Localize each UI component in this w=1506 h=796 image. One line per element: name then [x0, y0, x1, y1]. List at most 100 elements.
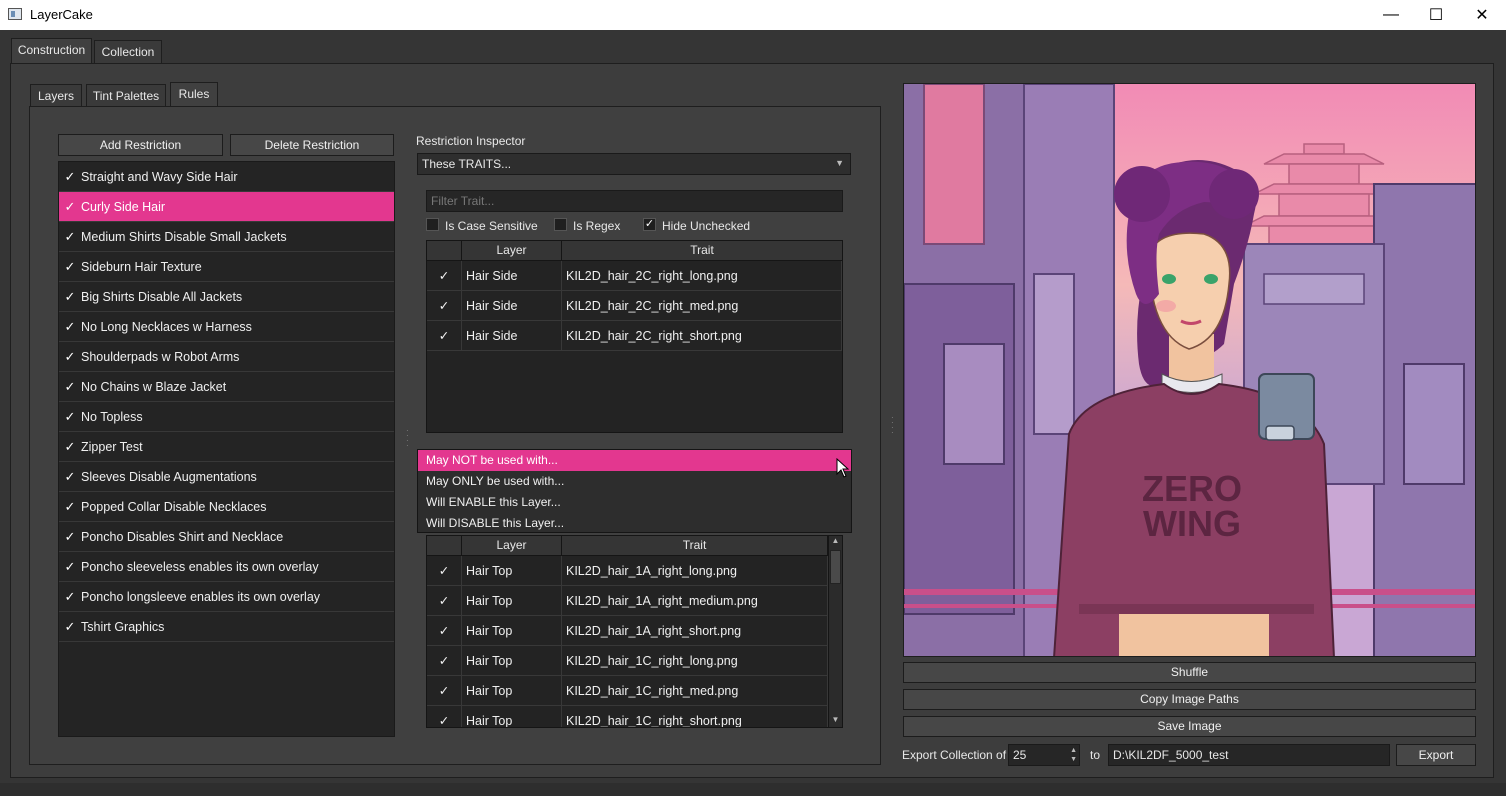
restriction-item[interactable]: ✓ Big Shirts Disable All Jackets [59, 282, 394, 312]
layer-column-header[interactable]: Layer [462, 241, 562, 260]
filter-trait-input[interactable]: Filter Trait... [426, 190, 843, 212]
copy-image-paths-button[interactable]: Copy Image Paths [903, 689, 1476, 710]
vertical-scrollbar[interactable]: ▲ ▼ [828, 536, 842, 727]
restriction-checkbox[interactable]: ✓ [59, 559, 81, 575]
layer-cell: Hair Top [462, 675, 562, 706]
export-to-label: to [1090, 748, 1101, 762]
restriction-label: Curly Side Hair [81, 199, 166, 214]
restriction-checkbox[interactable]: ✓ [59, 229, 81, 245]
preview-image: ZERO WING [903, 83, 1476, 657]
layer-cell: Hair Side [462, 290, 562, 321]
shuffle-button[interactable]: Shuffle [903, 662, 1476, 683]
tab-construction[interactable]: Construction [11, 38, 92, 64]
row-checkbox[interactable]: ✓ [427, 615, 462, 646]
restriction-item[interactable]: ✓ Sleeves Disable Augmentations [59, 462, 394, 492]
restriction-item[interactable]: ✓ Poncho Disables Shirt and Necklace [59, 522, 394, 552]
row-checkbox[interactable]: ✓ [427, 705, 462, 727]
export-collection-label: Export Collection of [902, 748, 1007, 762]
tab-rules[interactable]: Rules [170, 82, 218, 108]
restriction-target-value: These TRAITS... [422, 157, 512, 171]
restriction-item[interactable]: ✓ Medium Shirts Disable Small Jackets [59, 222, 394, 252]
export-path-input[interactable]: D:\KIL2DF_5000_test [1108, 744, 1390, 766]
export-count-spinbox[interactable]: 25 ▲ ▼ [1008, 744, 1080, 766]
row-checkbox[interactable]: ✓ [427, 675, 462, 706]
restriction-item[interactable]: ✓ Tshirt Graphics [59, 612, 394, 642]
splitter-handle-right[interactable]: · · · · [891, 414, 894, 437]
restriction-item[interactable]: ✓ No Topless [59, 402, 394, 432]
table-row[interactable]: ✓ Hair Top KIL2D_hair_1C_right_long.png [427, 645, 842, 676]
close-button[interactable]: ✕ [1459, 0, 1505, 30]
restriction-item[interactable]: ✓ Straight and Wavy Side Hair [59, 162, 394, 192]
trait-column-header[interactable]: Trait [562, 536, 828, 555]
layer-cell: Hair Top [462, 615, 562, 646]
row-checkbox[interactable]: ✓ [427, 290, 462, 321]
tab-layers[interactable]: Layers [30, 84, 82, 108]
restriction-list[interactable]: ✓ Straight and Wavy Side Hair ✓ Curly Side … [58, 161, 395, 737]
table-row[interactable]: ✓ Hair Side KIL2D_hair_2C_right_long.png [427, 260, 842, 291]
table-row[interactable]: ✓ Hair Top KIL2D_hair_1C_right_med.png [427, 675, 842, 706]
case-sensitive-checkbox[interactable] [426, 218, 439, 231]
restriction-checkbox[interactable]: ✓ [59, 199, 81, 215]
restriction-item[interactable]: ✓ Sideburn Hair Texture [59, 252, 394, 282]
restriction-item[interactable]: ✓ Shoulderpads w Robot Arms [59, 342, 394, 372]
restriction-checkbox[interactable]: ✓ [59, 619, 81, 635]
table-row[interactable]: ✓ Hair Top KIL2D_hair_1A_right_long.png [427, 555, 842, 586]
tab-tint-palettes[interactable]: Tint Palettes [86, 84, 166, 108]
tab-collection[interactable]: Collection [94, 40, 162, 64]
restriction-checkbox[interactable]: ✓ [59, 409, 81, 425]
table-row[interactable]: ✓ Hair Side KIL2D_hair_2C_right_med.png [427, 290, 842, 321]
scroll-up-icon[interactable]: ▲ [829, 536, 842, 548]
table-row[interactable]: ✓ Hair Top KIL2D_hair_1A_right_medium.png [427, 585, 842, 616]
dropdown-option[interactable]: Will ENABLE this Layer... [418, 492, 851, 513]
restriction-target-select[interactable]: These TRAITS... ▼ [417, 153, 851, 175]
restriction-item[interactable]: ✓ Zipper Test [59, 432, 394, 462]
restriction-item[interactable]: ✓ No Chains w Blaze Jacket [59, 372, 394, 402]
table-row[interactable]: ✓ Hair Top KIL2D_hair_1A_right_short.png [427, 615, 842, 646]
scrollbar-thumb[interactable] [830, 550, 841, 584]
restriction-item[interactable]: ✓ Poncho sleeveless enables its own overl… [59, 552, 394, 582]
trait-column-header[interactable]: Trait [562, 241, 842, 260]
restriction-label: No Long Necklaces w Harness [81, 319, 252, 334]
restriction-checkbox[interactable]: ✓ [59, 469, 81, 485]
restriction-item[interactable]: ✓ Poncho longsleeve enables its own overl… [59, 582, 394, 612]
restriction-checkbox[interactable]: ✓ [59, 379, 81, 395]
restriction-item[interactable]: ✓ Popped Collar Disable Necklaces [59, 492, 394, 522]
dropdown-option[interactable]: May ONLY be used with... [418, 471, 851, 492]
table-row[interactable]: ✓ Hair Top KIL2D_hair_1C_right_short.png [427, 705, 842, 727]
restriction-checkbox[interactable]: ✓ [59, 319, 81, 335]
restriction-checkbox[interactable]: ✓ [59, 259, 81, 275]
restriction-checkbox[interactable]: ✓ [59, 589, 81, 605]
restriction-checkbox[interactable]: ✓ [59, 289, 81, 305]
minimize-button[interactable]: — [1368, 0, 1414, 30]
restriction-checkbox[interactable]: ✓ [59, 529, 81, 545]
restriction-checkbox[interactable]: ✓ [59, 349, 81, 365]
dropdown-option[interactable]: Will DISABLE this Layer... [418, 513, 851, 534]
restriction-label: Shoulderpads w Robot Arms [81, 349, 240, 364]
layer-column-header[interactable]: Layer [462, 536, 562, 555]
save-image-button[interactable]: Save Image [903, 716, 1476, 737]
restriction-checkbox[interactable]: ✓ [59, 169, 81, 185]
row-checkbox[interactable]: ✓ [427, 555, 462, 586]
scroll-down-icon[interactable]: ▼ [829, 715, 842, 727]
restriction-type-dropdown[interactable]: May NOT be used with... May ONLY be used … [417, 449, 852, 533]
hide-unchecked-checkbox[interactable]: ✓ [643, 218, 656, 231]
row-checkbox[interactable]: ✓ [427, 585, 462, 616]
row-checkbox[interactable]: ✓ [427, 320, 462, 351]
is-regex-checkbox[interactable] [554, 218, 567, 231]
spinbox-arrows-icon[interactable]: ▲ ▼ [1070, 746, 1077, 764]
restriction-checkbox[interactable]: ✓ [59, 499, 81, 515]
maximize-button[interactable]: ☐ [1413, 0, 1459, 30]
restriction-checkbox[interactable]: ✓ [59, 439, 81, 455]
restricted-traits-table: Layer Trait ✓ Hair Top KIL2D_hair_1A_right… [426, 535, 843, 728]
row-checkbox[interactable]: ✓ [427, 645, 462, 676]
delete-restriction-button[interactable]: Delete Restriction [230, 134, 394, 156]
restriction-item[interactable]: ✓ No Long Necklaces w Harness [59, 312, 394, 342]
table-row[interactable]: ✓ Hair Side KIL2D_hair_2C_right_short.png [427, 320, 842, 351]
row-checkbox[interactable]: ✓ [427, 260, 462, 291]
add-restriction-button[interactable]: Add Restriction [58, 134, 223, 156]
splitter-handle-left[interactable]: · · · · [406, 427, 409, 450]
restriction-item[interactable]: ✓ Curly Side Hair [59, 192, 394, 222]
dropdown-option[interactable]: May NOT be used with... [418, 450, 851, 471]
status-bar [0, 783, 1506, 796]
export-button[interactable]: Export [1396, 744, 1476, 766]
